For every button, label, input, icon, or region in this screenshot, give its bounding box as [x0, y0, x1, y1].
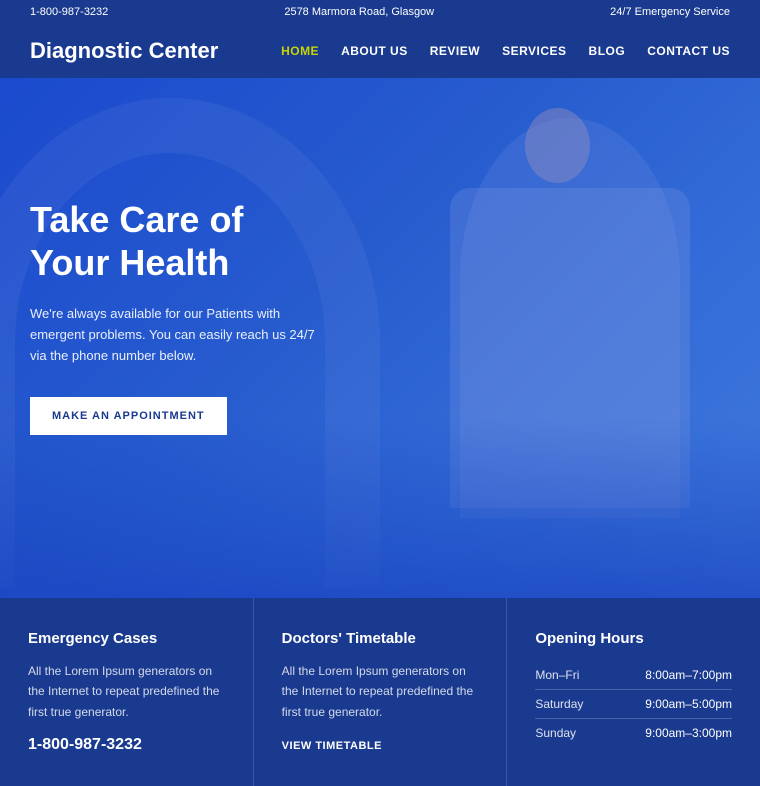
hours-time-saturday: 9:00am–5:00pm [605, 690, 732, 719]
hero-title: Take Care of Your Health [30, 198, 320, 284]
header: Diagnostic Center HOME ABOUT US REVIEW S… [0, 24, 760, 78]
top-phone: 1-800-987-3232 [30, 6, 108, 18]
hours-title: Opening Hours [535, 630, 732, 647]
emergency-text: All the Lorem Ipsum generators on the In… [28, 661, 225, 722]
emergency-card: Emergency Cases All the Lorem Ipsum gene… [0, 598, 254, 786]
appointment-button[interactable]: MAKE AN APPOINTMENT [30, 397, 227, 435]
nav-blog[interactable]: BLOG [589, 44, 626, 58]
hours-row-monfri: Mon–Fri 8:00am–7:00pm [535, 661, 732, 690]
hours-day-monfri: Mon–Fri [535, 661, 605, 690]
hours-table: Mon–Fri 8:00am–7:00pm Saturday 9:00am–5:… [535, 661, 732, 747]
emergency-phone: 1-800-987-3232 [28, 736, 225, 754]
hours-time-monfri: 8:00am–7:00pm [605, 661, 732, 690]
top-emergency: 24/7 Emergency Service [610, 6, 730, 18]
top-bar: 1-800-987-3232 2578 Marmora Road, Glasgo… [0, 0, 760, 24]
logo: Diagnostic Center [30, 38, 218, 64]
nav-about[interactable]: ABOUT US [341, 44, 408, 58]
hours-day-saturday: Saturday [535, 690, 605, 719]
info-section: Emergency Cases All the Lorem Ipsum gene… [0, 598, 760, 786]
hours-row-sunday: Sunday 9:00am–3:00pm [535, 719, 732, 748]
hours-day-sunday: Sunday [535, 719, 605, 748]
emergency-title: Emergency Cases [28, 630, 225, 647]
hero-content: Take Care of Your Health We're always av… [0, 78, 350, 435]
nav-contact[interactable]: CONTACT US [647, 44, 730, 58]
view-timetable-link[interactable]: VIEW TIMETABLE [282, 740, 382, 752]
timetable-text: All the Lorem Ipsum generators on the In… [282, 661, 479, 722]
timetable-card: Doctors' Timetable All the Lorem Ipsum g… [254, 598, 508, 786]
nav-services[interactable]: SERVICES [502, 44, 566, 58]
hours-time-sunday: 9:00am–3:00pm [605, 719, 732, 748]
main-nav: HOME ABOUT US REVIEW SERVICES BLOG CONTA… [281, 44, 730, 58]
hours-row-saturday: Saturday 9:00am–5:00pm [535, 690, 732, 719]
top-address: 2578 Marmora Road, Glasgow [284, 6, 434, 18]
hero-section: Take Care of Your Health We're always av… [0, 78, 760, 598]
timetable-title: Doctors' Timetable [282, 630, 479, 647]
hours-card: Opening Hours Mon–Fri 8:00am–7:00pm Satu… [507, 598, 760, 786]
nav-review[interactable]: REVIEW [430, 44, 480, 58]
nav-home[interactable]: HOME [281, 44, 319, 58]
hero-description: We're always available for our Patients … [30, 304, 320, 366]
